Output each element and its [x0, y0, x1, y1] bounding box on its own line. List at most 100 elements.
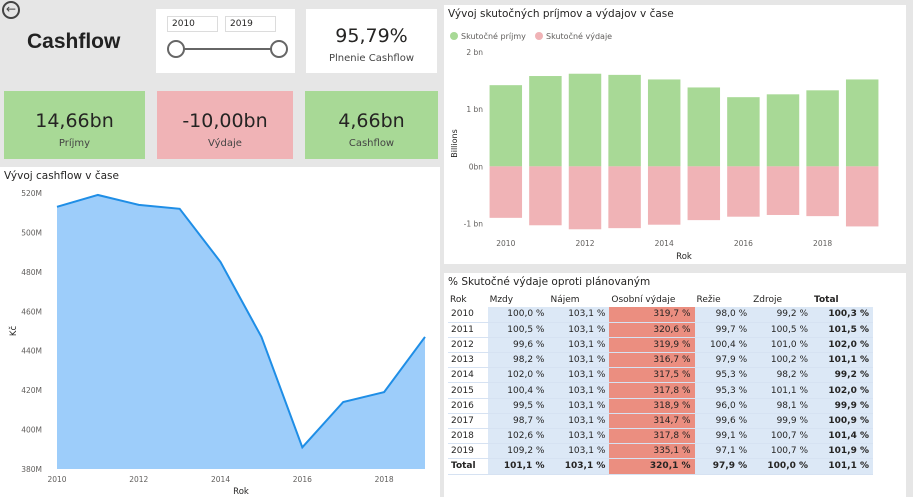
expense-bar [845, 166, 879, 227]
matrix-cell: 317,8 % [609, 428, 695, 445]
matrix-column-header[interactable]: Rok [448, 292, 488, 307]
income-expense-bar-chart: Skutočné príjmy Skutočné výdaje -1 bn 0bn 1 … [450, 31, 879, 262]
matrix-column-header[interactable]: Zdroje [751, 292, 812, 307]
matrix-cell: 103,1 % [548, 413, 610, 430]
matrix-cell: 99,6 % [487, 337, 549, 354]
area-y-tick-label: 480M [21, 268, 42, 277]
page-title: Cashflow [27, 30, 121, 53]
matrix-cell: 100,4 % [487, 382, 549, 399]
matrix-title: % Skutočné výdaje oproti plánovaným [448, 276, 651, 288]
year-range-slicer[interactable]: 2010 2019 [156, 9, 295, 73]
matrix-cell: 320,6 % [609, 322, 695, 338]
legend-marker [450, 32, 458, 40]
kpi-prijmy-card: 14,66bn Príjmy [4, 91, 145, 159]
area-y-tick-label: 440M [21, 347, 42, 356]
matrix-cell: 99,9 % [812, 398, 873, 414]
income-bar [647, 79, 681, 167]
matrix-year-cell: 2014 [448, 367, 488, 384]
matrix-cell: 101,1 % [487, 458, 549, 475]
matrix-cell: 96,0 % [694, 398, 752, 414]
matrix-cell: 335,1 % [609, 443, 695, 460]
matrix-cell: 102,0 % [812, 382, 873, 399]
matrix-cell: 99,1 % [694, 428, 752, 445]
matrix-cell: 99,5 % [487, 398, 549, 414]
expense-bar [766, 166, 800, 215]
kpi-plnenie-card: 95,79% Plnenie Cashflow [306, 9, 437, 73]
matrix-row: 2017 98,7 % 103,1 % 314,7 % 99,6 % 99,9 % 100,… [448, 413, 873, 430]
matrix-cell: 316,7 % [609, 352, 695, 369]
expense-bar [647, 166, 681, 225]
matrix-year-cell: 2018 [448, 428, 488, 445]
income-bar [687, 87, 721, 167]
kpi-cashflow-card: 4,66bn Cashflow [305, 91, 438, 159]
bar-y-tick-label: 0bn [469, 162, 484, 171]
matrix-column-header[interactable]: Mzdy [488, 292, 549, 307]
bar-x-tick-label: 2018 [813, 239, 832, 248]
matrix-year-cell: 2012 [448, 337, 488, 354]
matrix-cell: 98,7 % [487, 413, 549, 430]
area-fill [57, 194, 425, 469]
matrix-cell: 319,9 % [609, 337, 695, 354]
matrix-cell: 100,2 % [751, 352, 813, 369]
income-bar [727, 97, 760, 167]
area-x-axis-label: Rok [233, 487, 249, 497]
legend-marker [535, 32, 543, 40]
kpi-cashflow-value: 4,66bn [338, 110, 405, 132]
matrix-cell: 318,9 % [609, 398, 695, 414]
expense-matrix-card: % Skutočné výdaje oproti plánovaným Rok M… [444, 273, 906, 497]
matrix-header-row: Rok Mzdy Nájem Osobní výdaje Režie Zdroje Tota… [448, 292, 873, 307]
bar-y-tick-label: 2 bn [466, 48, 483, 57]
matrix-cell: 98,0 % [694, 307, 752, 323]
matrix-column-header[interactable]: Total [812, 292, 873, 307]
matrix-cell: 102,0 % [487, 367, 549, 384]
matrix-cell: 99,2 % [812, 367, 873, 384]
matrix-cell: 314,7 % [609, 413, 695, 430]
matrix-cell: 103,1 % [548, 443, 610, 460]
bar-x-tick-label: 2016 [734, 239, 753, 248]
slider-handle-end[interactable] [270, 40, 288, 58]
income-bar [845, 79, 879, 167]
matrix-cell: 102,0 % [812, 337, 873, 354]
matrix-cell: 103,1 % [548, 382, 610, 399]
area-y-tick-label: 520M [21, 189, 42, 198]
income-bar [489, 85, 523, 167]
matrix-cell: 98,2 % [487, 352, 549, 369]
year-to-input[interactable]: 2019 [225, 16, 276, 32]
matrix-total-row: Total 101,1 % 103,1 % 320,1 % 97,9 % 100,0 % 1… [448, 458, 873, 475]
matrix-cell: 99,6 % [694, 413, 752, 430]
bar-x-axis-label: Rok [676, 252, 692, 262]
income-bar [806, 90, 839, 167]
expense-matrix-table: Rok Mzdy Nájem Osobní výdaje Režie Zdroje Tota… [448, 292, 873, 475]
matrix-cell: 100,0 % [487, 307, 549, 323]
matrix-cell: 320,1 % [609, 458, 695, 475]
matrix-cell: 99,7 % [694, 322, 752, 338]
area-x-tick-label: 2016 [293, 475, 312, 484]
matrix-column-header[interactable]: Nájem [548, 292, 609, 307]
matrix-cell: 317,5 % [609, 367, 695, 384]
matrix-cell: 99,9 % [751, 413, 813, 430]
matrix-cell: 101,1 % [812, 352, 873, 369]
legend-label: Skutočné príjmy [461, 31, 526, 41]
matrix-cell: 100,5 % [751, 322, 813, 338]
matrix-year-cell: 2017 [448, 413, 488, 430]
matrix-cell: 99,2 % [751, 307, 813, 323]
cashflow-area-chart-card: Vývoj cashflow v čase 380M 400M 420M 440M 46… [0, 167, 440, 497]
kpi-prijmy-label: Príjmy [58, 138, 91, 149]
area-x-tick-label: 2014 [211, 475, 230, 484]
matrix-cell: 97,9 % [694, 352, 752, 369]
slider-handle-start[interactable] [167, 40, 185, 58]
year-from-input[interactable]: 2010 [167, 16, 218, 32]
slider-track[interactable] [176, 48, 276, 50]
matrix-cell: 102,6 % [487, 428, 549, 445]
matrix-cell: 97,9 % [694, 458, 752, 475]
matrix-row: 2010 100,0 % 103,1 % 319,7 % 98,0 % 99,2 % 100… [448, 307, 873, 323]
matrix-row: 2019 109,2 % 103,1 % 335,1 % 97,1 % 100,7 % 10… [448, 443, 873, 460]
bar-y-axis-label: Billions [450, 129, 459, 158]
matrix-cell: 100,0 % [751, 458, 813, 475]
kpi-prijmy-value: 14,66bn [35, 110, 114, 132]
expense-bar [489, 166, 523, 218]
area-y-tick-label: 420M [21, 386, 42, 395]
back-arrow-icon[interactable]: ← [2, 1, 20, 19]
matrix-column-header[interactable]: Osobní výdaje [609, 292, 694, 307]
matrix-column-header[interactable]: Režie [695, 292, 752, 307]
